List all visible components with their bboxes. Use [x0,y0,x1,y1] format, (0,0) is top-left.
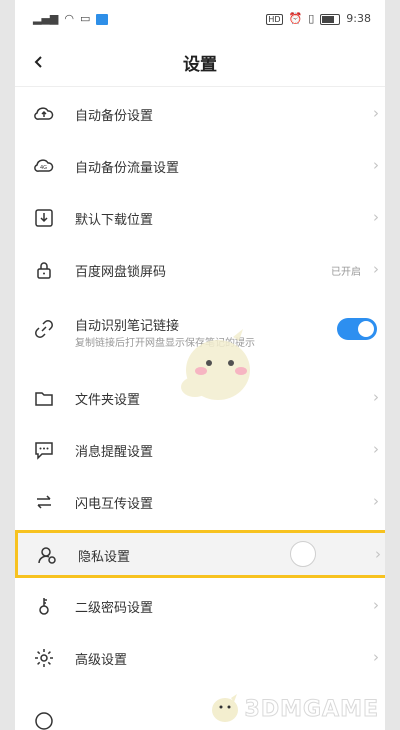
hd-badge: HD [266,13,283,25]
chevron-right-icon: › [373,440,379,458]
app-notification-icon [96,13,109,25]
status-time: 9:38 [346,12,371,25]
signal-icon: ▂▄▆ [33,12,59,25]
row-label: 自动备份流量设置 [75,161,180,176]
download-icon [35,209,53,227]
row-label: 文件夹设置 [75,393,141,408]
chevron-right-icon: › [373,596,379,614]
status-left: ▂▄▆ ◠ ▭ [33,12,109,25]
watermark-text: 3DMGAME [244,696,379,722]
chevron-right-icon: › [373,388,379,406]
settings-row-auto-backup[interactable]: 自动备份设置 › [15,88,385,140]
row-label: 百度网盘锁屏码 [75,265,167,280]
cloud-upload-icon [34,107,54,120]
gear-icon [35,649,53,667]
vibrate-icon: ▯ [308,12,315,25]
header-divider [15,86,385,87]
chevron-right-icon: › [373,104,379,122]
settings-row-advanced[interactable]: 高级设置 › [15,632,385,684]
toggle-knob [358,321,374,337]
chevron-right-icon: › [373,648,379,666]
folder-icon [35,392,53,406]
page-title: 设置 [183,55,217,75]
key-icon [39,598,49,615]
header: 设置 [15,40,385,84]
partial-row-icon [35,712,53,730]
alarm-icon: ⏰ [288,12,303,25]
phone-screen: ▂▄▆ ◠ ▭ HD ⏰ ▯ 9:38 设置 自动备份设置 › 4G 自动备份流… [15,0,385,730]
link-icon [35,320,53,338]
sim-icon: ▭ [80,12,91,25]
svg-text:4G: 4G [40,165,47,171]
message-icon [35,442,53,460]
settings-row-transfer[interactable]: 闪电互传设置 › [15,476,385,528]
settings-row-lock-code[interactable]: 百度网盘锁屏码 已开启 › [15,244,385,296]
wifi-icon: ◠ [64,12,74,25]
chevron-right-icon: › [375,545,381,563]
settings-row-download-location[interactable]: 默认下载位置 › [15,192,385,244]
settings-row-privacy[interactable]: 隐私设置 › [15,530,385,578]
settings-row-secondary-password[interactable]: 二级密码设置 › [15,580,385,632]
transfer-icon [37,495,51,509]
chevron-right-icon: › [373,156,379,174]
settings-row-message[interactable]: 消息提醒设置 › [15,424,385,476]
touch-indicator [290,541,316,567]
note-link-toggle[interactable] [337,318,377,340]
chevron-right-icon: › [373,208,379,226]
watermark: 3DMGAME [207,694,379,724]
row-label: 默认下载位置 [75,213,154,228]
chevron-right-icon: › [373,260,379,278]
row-label: 闪电互传设置 [75,497,154,512]
cloud-data-icon: 4G [34,159,54,172]
status-bar: ▂▄▆ ◠ ▭ HD ⏰ ▯ 9:38 [15,0,385,40]
row-label: 高级设置 [75,653,128,668]
privacy-icon [38,547,56,564]
watermark-mascot-icon [211,694,238,722]
row-label: 消息提醒设置 [75,445,154,460]
chevron-right-icon: › [373,492,379,510]
status-text: 已开启 [331,267,361,278]
row-label: 二级密码设置 [75,601,154,616]
mascot-overlay [181,329,250,400]
battery-icon [320,13,341,25]
settings-row-backup-data[interactable]: 4G 自动备份流量设置 › [15,140,385,192]
status-right: HD ⏰ ▯ 9:38 [266,13,371,25]
lock-icon [37,262,51,279]
row-label: 隐私设置 [78,550,131,565]
row-label: 自动备份设置 [75,109,154,124]
